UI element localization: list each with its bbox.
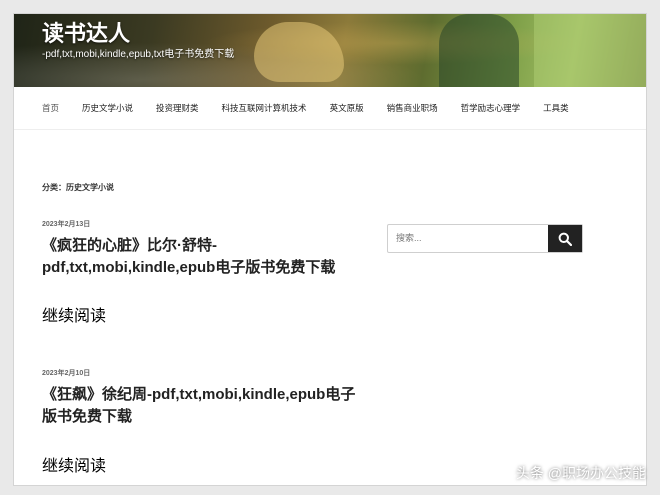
nav-item-investing[interactable]: 投资理财类 xyxy=(156,102,199,114)
nav-item-home[interactable]: 首页 xyxy=(42,102,59,114)
nav-item-business[interactable]: 销售商业职场 xyxy=(387,102,438,114)
banner-foliage-shape xyxy=(534,14,646,87)
read-more-link[interactable]: 继续阅读 xyxy=(42,302,362,326)
post-2: 2023年2月10日 《狂飙》徐纪周-pdf,txt,mobi,kindle,e… xyxy=(42,368,362,428)
read-more-link[interactable]: 继续阅读 xyxy=(42,452,362,476)
search-input[interactable]: 搜索... xyxy=(388,225,548,252)
search-form: 搜索... xyxy=(387,224,583,253)
nav-item-tech[interactable]: 科技互联网计算机技术 xyxy=(222,102,307,114)
post-date[interactable]: 2023年2月13日 xyxy=(42,219,362,229)
nav-item-tools[interactable]: 工具类 xyxy=(543,102,569,114)
post-title[interactable]: 《狂飙》徐纪周-pdf,txt,mobi,kindle,epub电子版书免费下载 xyxy=(42,384,362,428)
site-title[interactable]: 读书达人 xyxy=(42,16,130,48)
site-description: -pdf,txt,mobi,kindle,epub,txt电子书免费下载 xyxy=(42,49,235,60)
header-banner: 读书达人 -pdf,txt,mobi,kindle,epub,txt电子书免费下… xyxy=(14,14,646,87)
banner-rider-shape xyxy=(439,14,519,87)
watermark: 头条 @职场办公技能 xyxy=(515,465,646,481)
page-frame: 读书达人 -pdf,txt,mobi,kindle,epub,txt电子书免费下… xyxy=(14,14,646,485)
post-date[interactable]: 2023年2月10日 xyxy=(42,368,362,378)
nav-item-english[interactable]: 英文原版 xyxy=(330,102,364,114)
search-button[interactable] xyxy=(548,225,582,252)
nav-item-history-fiction[interactable]: 历史文学小说 xyxy=(82,102,133,114)
category-heading: 分类：历史文学小说 xyxy=(42,183,114,192)
post-1: 2023年2月13日 《疯狂的心脏》比尔·舒特-pdf,txt,mobi,kin… xyxy=(42,219,362,279)
nav-item-philosophy[interactable]: 哲学励志心理学 xyxy=(461,102,521,114)
post-title[interactable]: 《疯狂的心脏》比尔·舒特-pdf,txt,mobi,kindle,epub电子版… xyxy=(42,235,362,279)
main-nav: 首页 历史文学小说 投资理财类 科技互联网计算机技术 英文原版 销售商业职场 哲… xyxy=(14,87,646,130)
search-icon xyxy=(558,232,572,246)
